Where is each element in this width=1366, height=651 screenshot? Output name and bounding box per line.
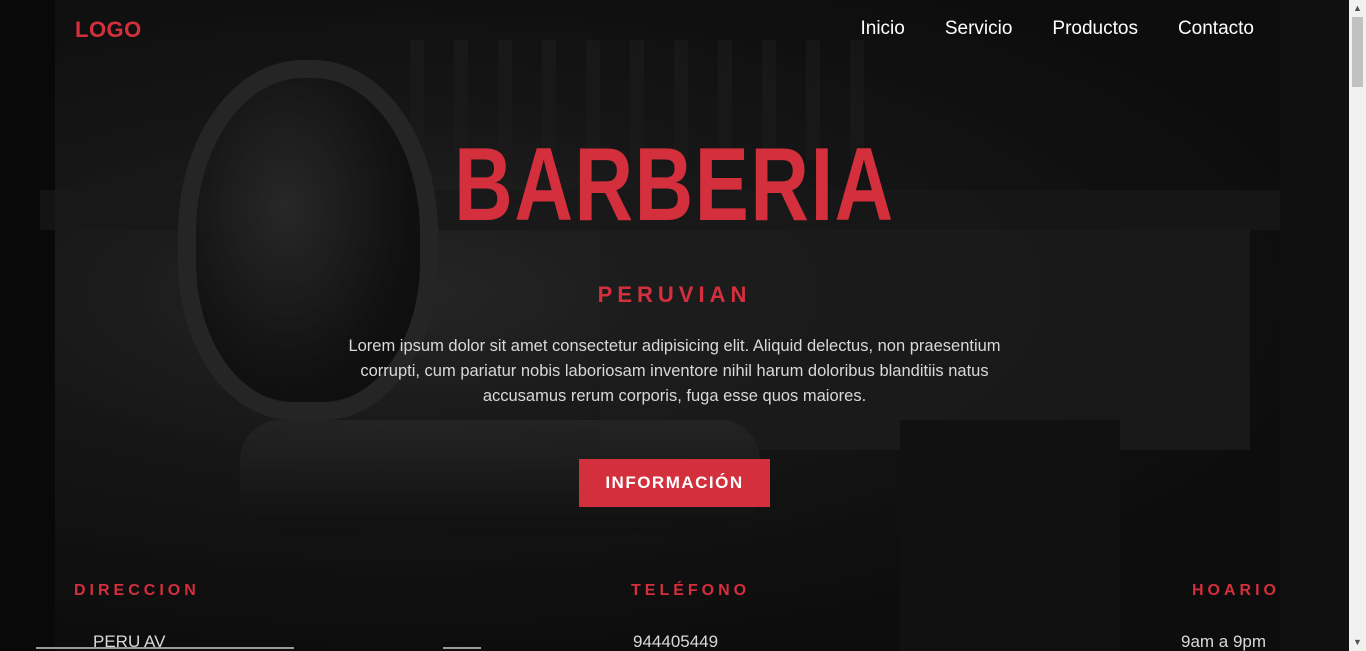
nav-link-contacto[interactable]: Contacto xyxy=(1178,18,1254,40)
informacion-button[interactable]: INFORMACIÓN xyxy=(579,459,770,507)
scroll-down-arrow-icon[interactable]: ▼ xyxy=(1349,634,1366,651)
page: LOGO Inicio Servicio Productos Contacto … xyxy=(0,0,1349,651)
navbar: LOGO Inicio Servicio Productos Contacto xyxy=(0,0,1349,62)
hero-subtitle: PERUVIAN xyxy=(597,282,752,307)
hero-section: BARBERIA PERUVIAN Lorem ipsum dolor sit … xyxy=(0,130,1349,507)
hours-value: 9am a 9pm xyxy=(1181,632,1267,651)
phone-label: TELÉFONO xyxy=(631,582,751,599)
hero-description: Lorem ipsum dolor sit amet consectetur a… xyxy=(348,337,1001,405)
nav-link-servicio[interactable]: Servicio xyxy=(945,18,1013,40)
logo-link[interactable]: LOGO xyxy=(75,17,142,43)
nav-link-inicio[interactable]: Inicio xyxy=(860,18,904,40)
address-label: DIRECCION xyxy=(74,582,200,599)
vertical-scrollbar[interactable]: ▲ ▼ xyxy=(1349,0,1366,651)
scroll-up-arrow-icon[interactable]: ▲ xyxy=(1349,0,1366,17)
scrollbar-thumb[interactable] xyxy=(1352,17,1363,87)
phone-value: 944405449 xyxy=(633,632,719,651)
footer-divider xyxy=(36,647,294,649)
footer-divider xyxy=(443,647,481,649)
hero-title: BARBERIA xyxy=(454,127,895,243)
hours-label: HOARIO xyxy=(1192,582,1280,599)
nav-link-productos[interactable]: Productos xyxy=(1052,18,1138,40)
main-nav: Inicio Servicio Productos Contacto xyxy=(860,18,1254,40)
